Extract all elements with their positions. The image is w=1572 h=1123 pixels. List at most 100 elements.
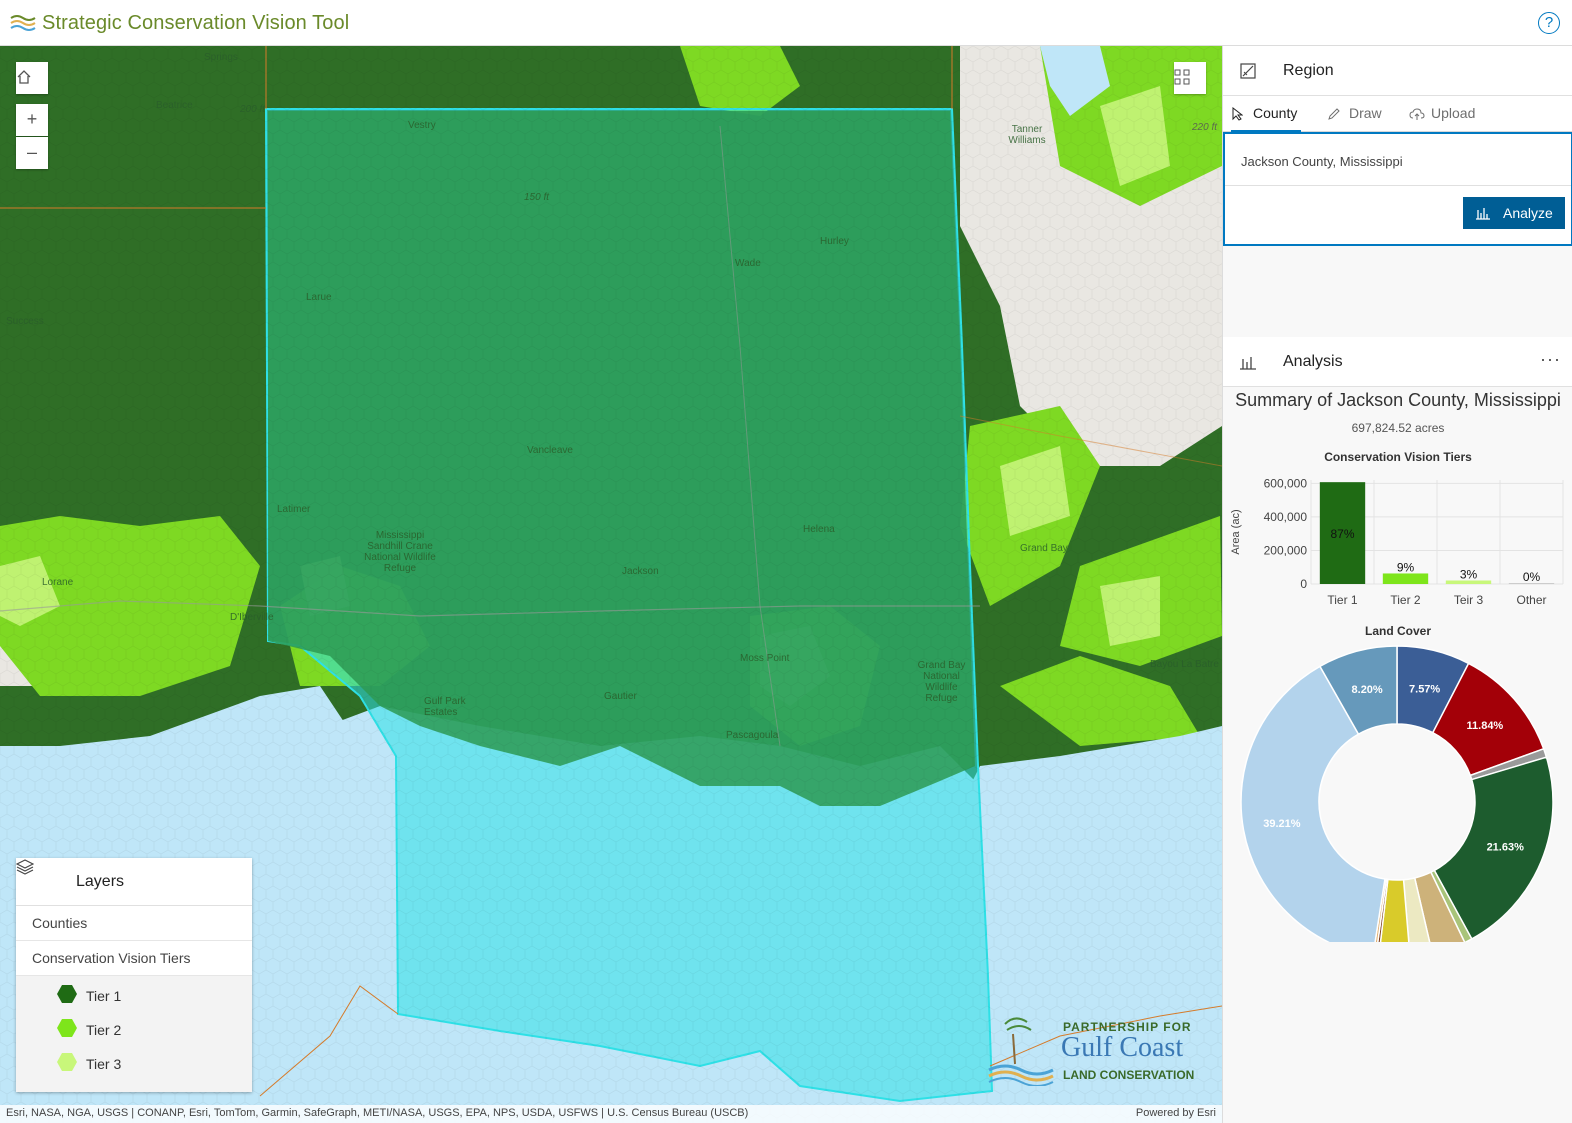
layers-panel: Layers Counties Conservation Vision Tier… (16, 858, 252, 1092)
region-edit-icon (1240, 63, 1256, 79)
map-label: Larue (306, 292, 332, 303)
map-label: 200 ft (240, 104, 266, 115)
legend-label: Tier 3 (86, 1056, 122, 1072)
map-label: Beatrice (156, 100, 193, 111)
y-tick-label: 0 (1300, 577, 1307, 591)
legend-label: Tier 1 (86, 988, 122, 1004)
map-label: Grand Bay National Wildlife Refuge (917, 660, 966, 704)
map-label: Mississippi Sandhill Crane National Wild… (364, 530, 436, 574)
landcover-chart-title: Land Cover (1364, 624, 1431, 638)
powered-by-link[interactable]: Powered by Esri (1136, 1107, 1216, 1119)
map-label: Pascagoula (726, 730, 779, 741)
bar-data-label: 87% (1330, 527, 1354, 541)
attribution-text: Esri, NASA, NGA, USGS | CONANP, Esri, To… (6, 1107, 749, 1119)
home-button[interactable] (16, 62, 48, 94)
hexagon-icon (57, 1053, 77, 1071)
map-label: 150 ft (524, 192, 550, 203)
grid-icon (1174, 69, 1190, 85)
donut-slice-label: 8.20% (1352, 684, 1383, 696)
summary-acres: 697,824.52 acres (1351, 421, 1445, 435)
y-tick-label: 200,000 (1264, 543, 1308, 557)
partnership-logo: PARTNERSHIP FOR Gulf Coast LAND CONSERVA… (985, 1014, 1215, 1086)
pencil-icon (1328, 108, 1340, 120)
tab-upload[interactable]: Upload (1409, 96, 1489, 132)
x-tick-label: Teir 3 (1454, 593, 1484, 607)
layers-header[interactable]: Layers (16, 858, 252, 906)
map-label: Vestry (408, 120, 436, 131)
map-label: Jackson (622, 566, 659, 577)
map-label: Grand Bay (1020, 543, 1068, 554)
app-title: Strategic Conservation Vision Tool (42, 12, 350, 34)
map-label: Helena (803, 524, 835, 535)
cursor-icon (1232, 107, 1243, 121)
app-logo-icon (10, 15, 36, 31)
basemap-gallery-button[interactable] (1174, 62, 1206, 94)
donut-slice-label: 21.63% (1487, 841, 1525, 853)
map-label: Vancleave (527, 445, 573, 456)
region-header: Region (1223, 46, 1572, 96)
y-tick-label: 600,000 (1264, 476, 1308, 490)
map-label: Lorane (42, 577, 74, 588)
x-tick-label: Tier 1 (1327, 593, 1358, 607)
x-tick-label: Tier 2 (1390, 593, 1421, 607)
app-header: Strategic Conservation Vision Tool ? (0, 0, 1572, 46)
zoom-in-button[interactable]: + (16, 104, 48, 136)
layers-title: Layers (76, 873, 125, 890)
tiers-bar-chart: 0 200,000 400,000 600,000 Area (ac) 87% Tier 1… (1230, 476, 1564, 607)
map-label: D'Iberville (230, 612, 274, 623)
layer-item-counties[interactable]: Counties (16, 906, 252, 941)
map-label: 220 ft (1192, 122, 1218, 133)
bar-data-label: 9% (1397, 560, 1415, 574)
y-axis-label: Area (ac) (1230, 509, 1242, 554)
donut-slice-label: 39.21% (1263, 818, 1301, 830)
analyze-label: Analyze (1503, 205, 1553, 221)
map-label: Bayou La Batre (1150, 659, 1219, 670)
bar-chart-icon (1476, 208, 1490, 220)
map-attribution: Esri, NASA, NGA, USGS | CONANP, Esri, To… (0, 1105, 1222, 1123)
region-tabs: County Draw Upload (1223, 96, 1572, 132)
analysis-title: Analysis (1283, 353, 1343, 370)
bar-data-label: 0% (1523, 570, 1541, 584)
layer-item-conservation-tiers[interactable]: Conservation Vision Tiers (16, 941, 252, 976)
home-icon (17, 70, 31, 84)
map-label: Gautier (604, 691, 637, 702)
layers-icon (16, 859, 34, 875)
map-label: Gulf Park Estates (424, 696, 466, 718)
analyze-button[interactable]: Analyze (1463, 197, 1565, 229)
hexagon-icon (57, 985, 77, 1003)
tab-draw[interactable]: Draw (1327, 96, 1397, 132)
x-tick-label: Other (1516, 593, 1546, 607)
zoom-out-button[interactable]: – (16, 137, 48, 169)
map-label: Wade (735, 258, 761, 269)
map-label: Latimer (277, 504, 311, 515)
hexagon-icon (57, 1019, 77, 1037)
upload-icon (1409, 108, 1425, 120)
logo-line3: LAND CONSERVATION (1063, 1068, 1195, 1082)
partnership-logo-icon (988, 1017, 1054, 1086)
summary-title: Summary of Jackson County, Mississippi (1235, 390, 1561, 410)
map-view[interactable]: Springs Beatrice Vestry Wade Larue Hurle… (0, 46, 1222, 1123)
bar (1382, 573, 1429, 584)
bar-data-label: 3% (1460, 567, 1478, 581)
analysis-header: Analysis ··· (1223, 337, 1572, 387)
side-panel: Region County Draw Upload Jackson County… (1222, 46, 1572, 1123)
legend-label: Tier 2 (86, 1022, 122, 1038)
tab-county[interactable]: County (1231, 96, 1301, 132)
county-select[interactable]: Jackson County, Mississippi (1225, 134, 1571, 186)
donut-slice-label: 11.84% (1467, 720, 1504, 732)
logo-line2: Gulf Coast (1061, 1032, 1184, 1063)
legend: Tier 1 Tier 2 Tier 3 (16, 976, 252, 1092)
region-form: Jackson County, Mississippi Analyze (1223, 132, 1572, 246)
map-label: Hurley (820, 236, 849, 247)
map-label: Moss Point (740, 653, 790, 664)
more-options-button[interactable]: ··· (1540, 349, 1561, 370)
landcover-donut-chart: 7.57% 11.84% 21.63% 39.21% 8.20% (1240, 645, 1554, 942)
map-label: Springs (204, 52, 238, 63)
tiers-chart-title: Conservation Vision Tiers (1324, 450, 1472, 464)
map-label: Tanner Williams (1008, 124, 1046, 146)
region-title: Region (1283, 62, 1334, 79)
y-tick-label: 400,000 (1264, 510, 1308, 524)
help-button[interactable]: ? (1538, 12, 1560, 34)
map-label: Success (6, 316, 44, 327)
donut-slice-label: 7.57% (1409, 683, 1440, 695)
